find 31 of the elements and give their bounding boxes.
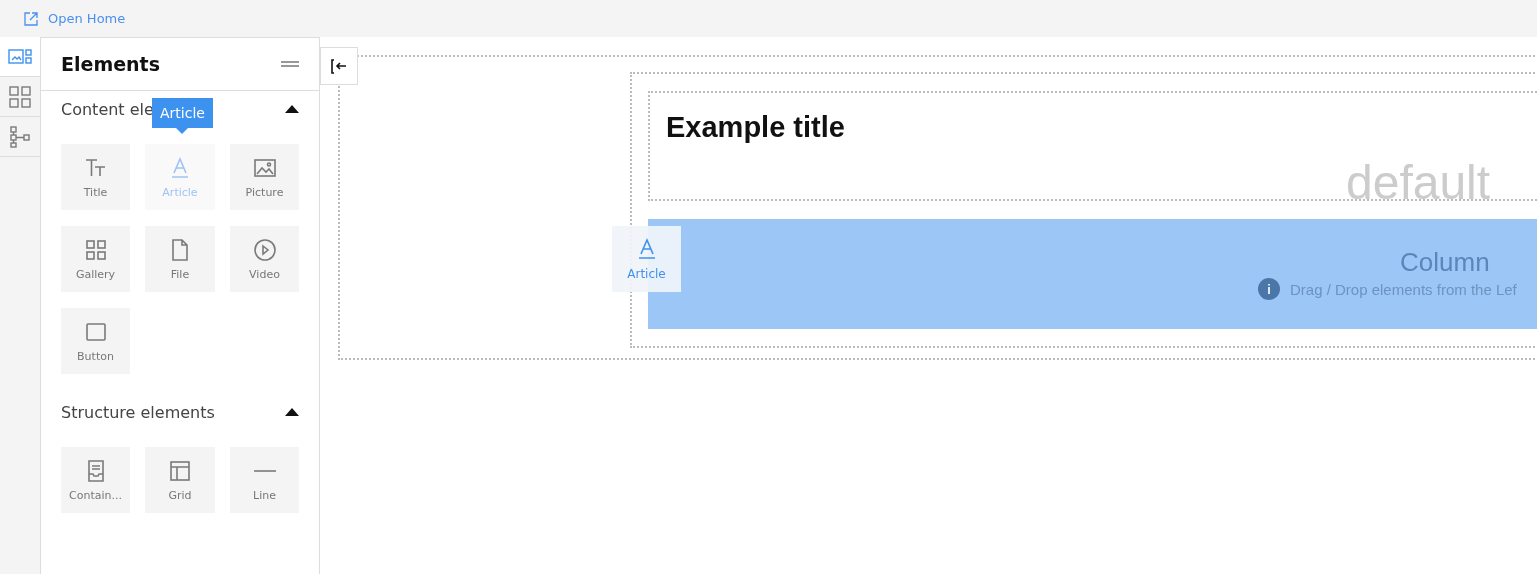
tree-icon — [8, 125, 32, 148]
element-tile[interactable]: Grid — [145, 447, 215, 513]
element-tile[interactable]: Line — [230, 447, 299, 513]
layout-icon — [168, 458, 192, 483]
collapse-icon — [331, 58, 347, 74]
section-title: Content ele — [61, 99, 154, 119]
collapse-panel-button[interactable] — [320, 47, 358, 85]
external-link-icon — [24, 11, 38, 26]
panel-title: Elements — [61, 53, 160, 75]
collapse-icon[interactable] — [285, 408, 299, 416]
element-tile[interactable]: Title — [61, 144, 130, 210]
info-icon — [1258, 278, 1280, 300]
element-tile[interactable]: Video — [230, 226, 299, 292]
collapse-icon[interactable] — [285, 105, 299, 113]
element-tile[interactable]: Picture — [230, 144, 299, 210]
open-home-link[interactable]: Open Home — [24, 11, 126, 26]
grid-icon — [8, 85, 32, 108]
element-tile[interactable]: Button — [61, 308, 130, 374]
grid-icon — [83, 237, 108, 262]
element-tile[interactable]: File — [145, 226, 215, 292]
element-tile[interactable]: Contain... — [61, 447, 130, 513]
element-tile[interactable]: Gallery — [61, 226, 130, 292]
section-title: Structure elements — [61, 402, 215, 422]
line-icon — [253, 469, 276, 472]
play-icon — [252, 237, 277, 262]
tooltip: Article — [152, 98, 213, 134]
drag-preview-label: Article — [627, 267, 666, 281]
menu-icon[interactable] — [281, 60, 299, 68]
example-title: Example title — [666, 111, 845, 143]
sidebar-tab[interactable] — [0, 37, 40, 77]
column-label: Column — [1400, 247, 1491, 278]
